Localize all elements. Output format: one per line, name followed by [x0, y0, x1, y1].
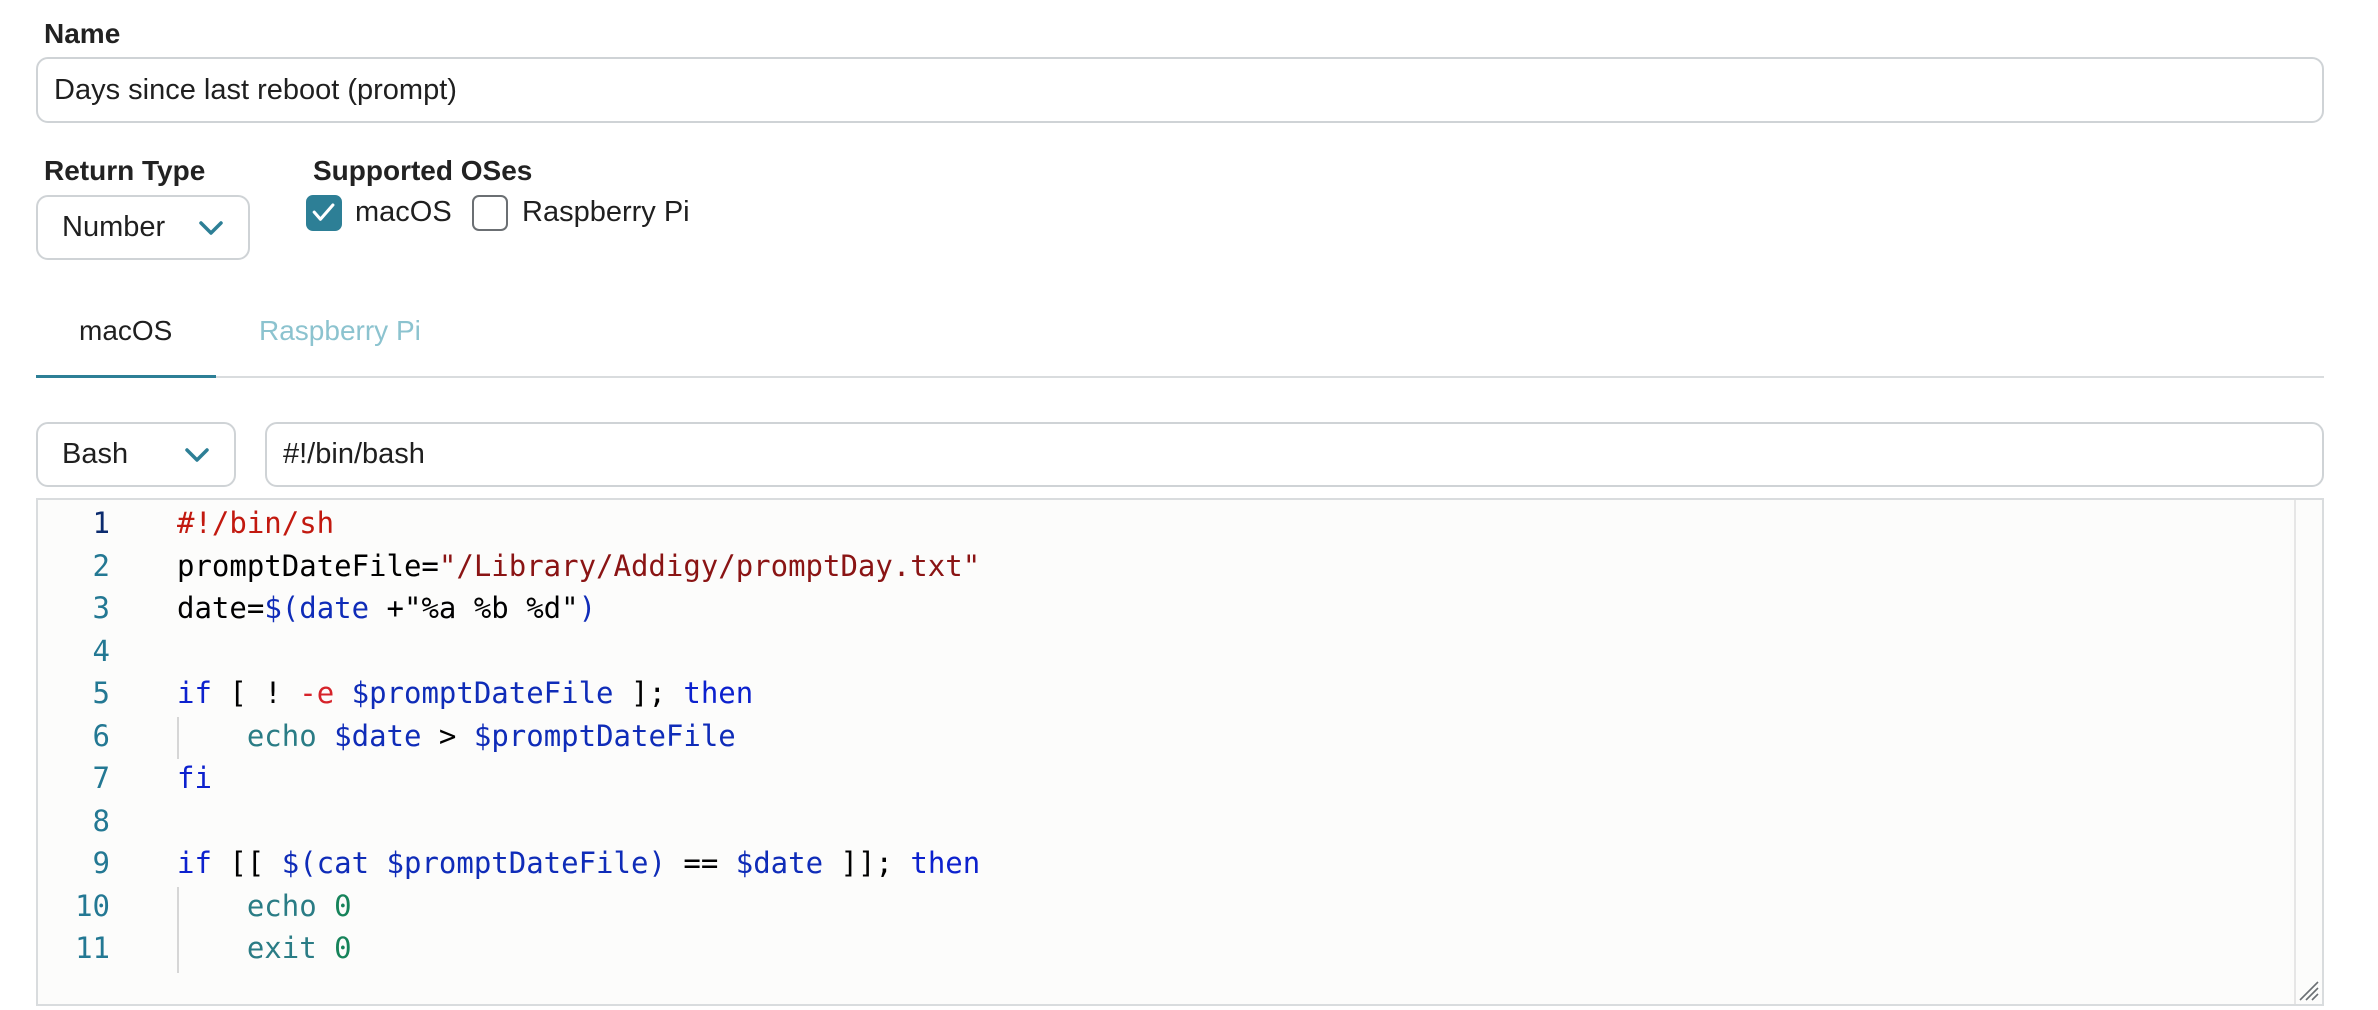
line-number: 6 — [92, 719, 110, 753]
check-icon — [312, 203, 335, 221]
line-number: 3 — [92, 591, 110, 625]
line-number: 9 — [92, 846, 110, 880]
code-line: if [ ! -e $promptDateFile ]; then — [177, 676, 754, 710]
line-number: 2 — [92, 549, 110, 583]
tab-macos-label: macOS — [79, 315, 173, 346]
code-line: exit 0 — [246, 931, 352, 965]
line-number: 10 — [75, 889, 110, 923]
code-line: echo $date > $promptDateFile — [246, 719, 736, 753]
code-line: echo 0 — [246, 889, 352, 923]
code-line: promptDateFile="/Library/Addigy/promptDa… — [177, 549, 981, 583]
tab-active-indicator — [36, 375, 216, 378]
chevron-down-icon — [185, 447, 209, 462]
line-number: 8 — [92, 804, 110, 838]
line-number: 11 — [75, 931, 110, 965]
name-input-value: Days since last reboot (prompt) — [54, 73, 457, 106]
code-line: fi — [177, 761, 212, 795]
line-number: 5 — [92, 676, 110, 710]
code-line: date=$(date +"%a %b %d") — [177, 591, 597, 625]
tab-macos[interactable]: macOS — [36, 305, 216, 378]
raspberry-pi-checkbox[interactable] — [472, 195, 508, 231]
chevron-down-icon — [199, 220, 223, 235]
return-type-value: Number — [62, 211, 166, 243]
tab-raspberry-pi[interactable]: Raspberry Pi — [238, 305, 448, 376]
return-type-label: Return Type — [44, 155, 206, 186]
resize-handle-icon[interactable] — [2296, 978, 2320, 1002]
line-number: 7 — [92, 761, 110, 795]
line-number: 4 — [92, 634, 110, 668]
language-value: Bash — [62, 438, 129, 470]
interpreter-value: #!/bin/bash — [283, 438, 425, 470]
line-number: 1 — [92, 506, 110, 540]
name-label: Name — [44, 18, 121, 49]
macos-checkbox-label: macOS — [355, 196, 452, 228]
macos-checkbox[interactable] — [306, 195, 342, 231]
return-type-select[interactable]: Number — [36, 195, 250, 260]
name-input[interactable]: Days since last reboot (prompt) — [36, 57, 2324, 123]
supported-oses-label: Supported OSes — [313, 155, 533, 186]
code-line: #!/bin/sh — [177, 506, 335, 540]
code-editor[interactable]: 1 2 3 4 5 6 7 8 9 10 11 #!/bin/sh prompt… — [36, 498, 2324, 1006]
raspberry-pi-checkbox-label: Raspberry Pi — [522, 196, 690, 228]
interpreter-input[interactable]: #!/bin/bash — [265, 422, 2324, 487]
code-line: if [[ $(cat $promptDateFile) == $date ]]… — [177, 846, 981, 880]
language-select[interactable]: Bash — [36, 422, 236, 487]
tab-bar — [36, 376, 2324, 378]
tab-raspberry-pi-label: Raspberry Pi — [259, 315, 421, 346]
editor-scrollbar[interactable] — [2294, 500, 2296, 1004]
